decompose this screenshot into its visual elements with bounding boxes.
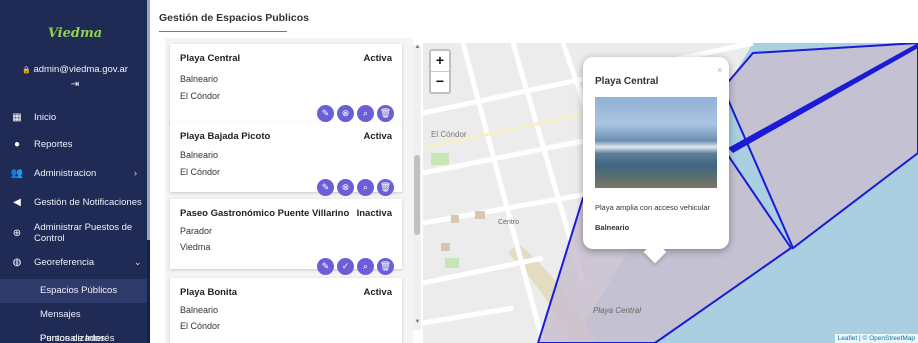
card-type: Balneario (180, 305, 219, 315)
dashboard-icon: ▦ (12, 111, 22, 123)
delete-icon[interactable]: 🗑 (377, 105, 394, 122)
card-name: Playa Bajada Picoto (180, 131, 271, 142)
sidebar-item-label: Reportes (34, 138, 73, 150)
sidebar-item-inicio[interactable]: ▦ Inicio (0, 110, 150, 124)
activate-check-icon[interactable]: ✓ (337, 258, 354, 275)
user-email: admin@viedma.gov.ar (33, 64, 128, 75)
scroll-up-arrow-icon[interactable]: ▲ (414, 44, 421, 50)
card-place: El Cóndor (180, 91, 221, 101)
sidebar-item-puestos-control[interactable]: ⊕ Administrar Puestos de Control (0, 220, 150, 246)
sidebar-scrollbar[interactable] (147, 0, 150, 343)
sidebar-item-label: Inicio (34, 111, 57, 123)
alert-circle-icon: ● (13, 138, 21, 150)
sidebar-item-reportes[interactable]: ● Reportes (0, 137, 150, 151)
map-label-el-condor: El Cóndor (431, 130, 467, 139)
deactivate-icon[interactable]: ⊗ (337, 179, 354, 196)
logout-icon[interactable]: ⇥ (68, 78, 82, 92)
edit-icon[interactable]: ✎ (317, 258, 334, 275)
card-place: Viedma (180, 242, 211, 252)
sidebar-item-label: Gestión de Notificaciones (34, 196, 142, 208)
popup-beach-photo (595, 97, 717, 188)
page-title: Gestión de Espacios Publicos (159, 12, 309, 24)
popup-title: Playa Central (595, 76, 659, 87)
page-header: Gestión de Espacios Publicos (150, 0, 918, 38)
app-root: Viedma 🔒 admin@viedma.gov.ar ⇥ ▦ Inicio … (0, 0, 918, 343)
card-place: El Cóndor (180, 167, 221, 177)
sidebar-item-label: Administracion (34, 167, 97, 179)
card-status: Inactiva (356, 208, 392, 219)
espacios-list: Playa Central Activa Balneario El Cóndor… (165, 38, 413, 343)
sidebar-item-notificaciones[interactable]: ◀ Gestión de Notificaciones (0, 195, 150, 209)
sidebar-item-administracion[interactable]: 👥 Administracion › (0, 166, 150, 180)
card-actions: ✎ ⊗ ⌕ 🗑 (317, 179, 394, 196)
popup-type: Balneario (595, 223, 630, 232)
zoom-out-button[interactable]: − (431, 72, 449, 92)
list-item[interactable]: Paseo Gastronómico Puente Villarino Inac… (170, 199, 402, 275)
list-scrollbar[interactable] (413, 45, 421, 330)
title-underline (159, 31, 287, 32)
map-label-centro: Centro (498, 219, 520, 226)
card-type: Balneario (180, 74, 219, 84)
map-zoom-control: + − (429, 49, 451, 94)
edit-icon[interactable]: ✎ (317, 105, 334, 122)
sidebar-subitem-mensajes[interactable]: Mensajes Personalizados (0, 303, 148, 343)
card-name: Playa Bonita (180, 287, 238, 298)
edit-icon[interactable]: ✎ (317, 179, 334, 196)
delete-icon[interactable]: 🗑 (377, 258, 394, 275)
card-name: Paseo Gastronómico Puente Villarino (180, 208, 350, 219)
zoom-icon[interactable]: ⌕ (357, 258, 374, 275)
plus-circle-icon: ⊕ (12, 227, 22, 239)
deactivate-icon[interactable]: ⊗ (337, 105, 354, 122)
card-place: El Cóndor (180, 321, 221, 331)
map-label-playa-central: Playa Central (593, 306, 642, 315)
zoom-icon[interactable]: ⌕ (357, 105, 374, 122)
zoom-icon[interactable]: ⌕ (357, 179, 374, 196)
card-actions: ✎ ⊗ ⌕ 🗑 (317, 105, 394, 122)
card-status: Activa (363, 53, 392, 64)
card-status: Activa (363, 287, 392, 298)
globe-icon: ◍ (12, 256, 22, 268)
app-logo: Viedma (47, 26, 103, 41)
list-item[interactable]: Playa Central Activa Balneario El Cóndor… (170, 44, 402, 124)
user-info: 🔒 admin@viedma.gov.ar (0, 64, 150, 75)
card-type: Balneario (180, 150, 219, 160)
list-item[interactable]: Playa Bajada Picoto Activa Balneario El … (170, 122, 402, 196)
zoom-in-button[interactable]: + (431, 51, 449, 71)
sidebar-item-label: Administrar Puestos de Control (34, 222, 133, 244)
card-type: Parador (180, 226, 213, 236)
delete-icon[interactable]: 🗑 (377, 179, 394, 196)
card-status: Activa (363, 131, 392, 142)
scroll-down-arrow-icon[interactable]: ▼ (414, 319, 421, 325)
sidebar-item-label: Georeferencia (34, 256, 95, 268)
users-icon: 👥 (10, 167, 24, 179)
sidebar: Viedma 🔒 admin@viedma.gov.ar ⇥ ▦ Inicio … (0, 0, 150, 343)
sidebar-item-georeferencia[interactable]: ◍ Georeferencia ⌄ (0, 255, 150, 269)
close-icon[interactable]: × (717, 65, 722, 75)
map-attribution[interactable]: Leaflet | © OpenStreetMap (834, 334, 918, 343)
card-actions: ✎ ✓ ⌕ 🗑 (317, 258, 394, 275)
sidebar-subitem-espacios-publicos[interactable]: Espacios Públicos (0, 279, 148, 303)
card-name: Playa Central (180, 53, 241, 64)
megaphone-icon: ◀ (13, 196, 21, 208)
popup-description: Playa amplia con acceso vehicular (595, 203, 711, 212)
lock-icon: 🔒 (22, 67, 31, 74)
list-item[interactable]: Playa Bonita Activa Balneario El Cóndor (170, 278, 402, 343)
sidebar-subitem-puntos-interes[interactable]: Puntos de Interés (0, 331, 148, 343)
